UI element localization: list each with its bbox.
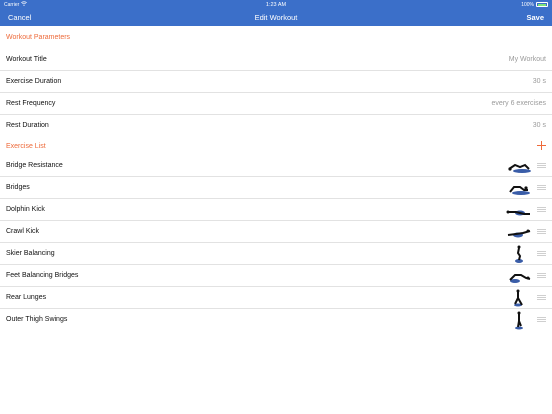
exercise-label: Bridges [6, 184, 30, 191]
bridges-thumbnail-icon [509, 186, 530, 195]
exercise-row-outer-thigh-swings[interactable]: Outer Thigh Swings [0, 309, 552, 331]
reorder-handle[interactable] [537, 273, 546, 278]
outer-thigh-swings-thumbnail-icon [515, 311, 523, 330]
exercise-row-bridges[interactable]: Bridges [0, 177, 552, 199]
reorder-handle[interactable] [537, 317, 546, 322]
bridge-resistance-thumbnail-icon [508, 163, 531, 173]
save-button[interactable]: Save [526, 13, 544, 22]
navigation-bar: Cancel Edit Workout Save [0, 9, 552, 26]
rear-lunges-thumbnail-icon [514, 289, 523, 307]
status-bar: Carrier 1:23 AM 100% [0, 0, 552, 9]
workout-title-row[interactable]: Workout Title My Workout [0, 49, 552, 71]
crawl-kick-thumbnail-icon [507, 229, 531, 238]
exercise-row-crawl-kick[interactable]: Crawl Kick [0, 221, 552, 243]
exercise-duration-row[interactable]: Exercise Duration 30 s [0, 71, 552, 93]
exercise-duration-value: 30 s [532, 78, 546, 85]
workout-parameters-header: Workout Parameters [6, 34, 71, 41]
exercise-list-header: Exercise List [6, 143, 46, 150]
reorder-handle[interactable] [537, 229, 546, 234]
exercise-row-rear-lunges[interactable]: Rear Lunges [0, 287, 552, 309]
battery-icon [536, 2, 548, 7]
exercise-label: Skier Balancing [6, 250, 55, 257]
exercise-label: Dolphin Kick [6, 206, 45, 213]
exercise-label: Outer Thigh Swings [6, 316, 68, 323]
exercise-row-skier-balancing[interactable]: Skier Balancing [0, 243, 552, 265]
status-time: 1:23 AM [265, 1, 287, 8]
exercise-row-bridge-resistance[interactable]: Bridge Resistance [0, 155, 552, 177]
page-title: Edit Workout [254, 13, 298, 22]
exercise-duration-label: Exercise Duration [6, 78, 62, 85]
add-exercise-icon[interactable] [537, 141, 546, 150]
rest-frequency-value: every 6 exercises [491, 100, 546, 107]
rest-duration-row[interactable]: Rest Duration 30 s [0, 115, 552, 137]
reorder-handle[interactable] [537, 251, 546, 256]
reorder-handle[interactable] [537, 295, 546, 300]
rest-frequency-label: Rest Frequency [6, 100, 56, 107]
exercise-label: Bridge Resistance [6, 162, 63, 169]
workout-title-value[interactable]: My Workout [509, 56, 546, 63]
rest-duration-label: Rest Duration [6, 122, 49, 129]
exercise-row-feet-balancing-bridges[interactable]: Feet Balancing Bridges [0, 265, 552, 287]
reorder-handle[interactable] [537, 185, 546, 190]
feet-balancing-bridges-thumbnail-icon [509, 274, 531, 283]
exercise-label: Rear Lunges [6, 294, 47, 301]
rest-duration-value: 30 s [532, 122, 546, 129]
dolphin-kick-thumbnail-icon [506, 210, 530, 216]
workout-title-label: Workout Title [6, 56, 47, 63]
reorder-handle[interactable] [537, 163, 546, 168]
rest-frequency-row[interactable]: Rest Frequency every 6 exercises [0, 93, 552, 115]
exercise-label: Crawl Kick [6, 228, 40, 235]
skier-balancing-thumbnail-icon [515, 245, 523, 263]
exercise-label: Feet Balancing Bridges [6, 272, 79, 279]
exercise-row-dolphin-kick[interactable]: Dolphin Kick [0, 199, 552, 221]
reorder-handle[interactable] [537, 207, 546, 212]
battery-percent: 100% [521, 1, 534, 8]
